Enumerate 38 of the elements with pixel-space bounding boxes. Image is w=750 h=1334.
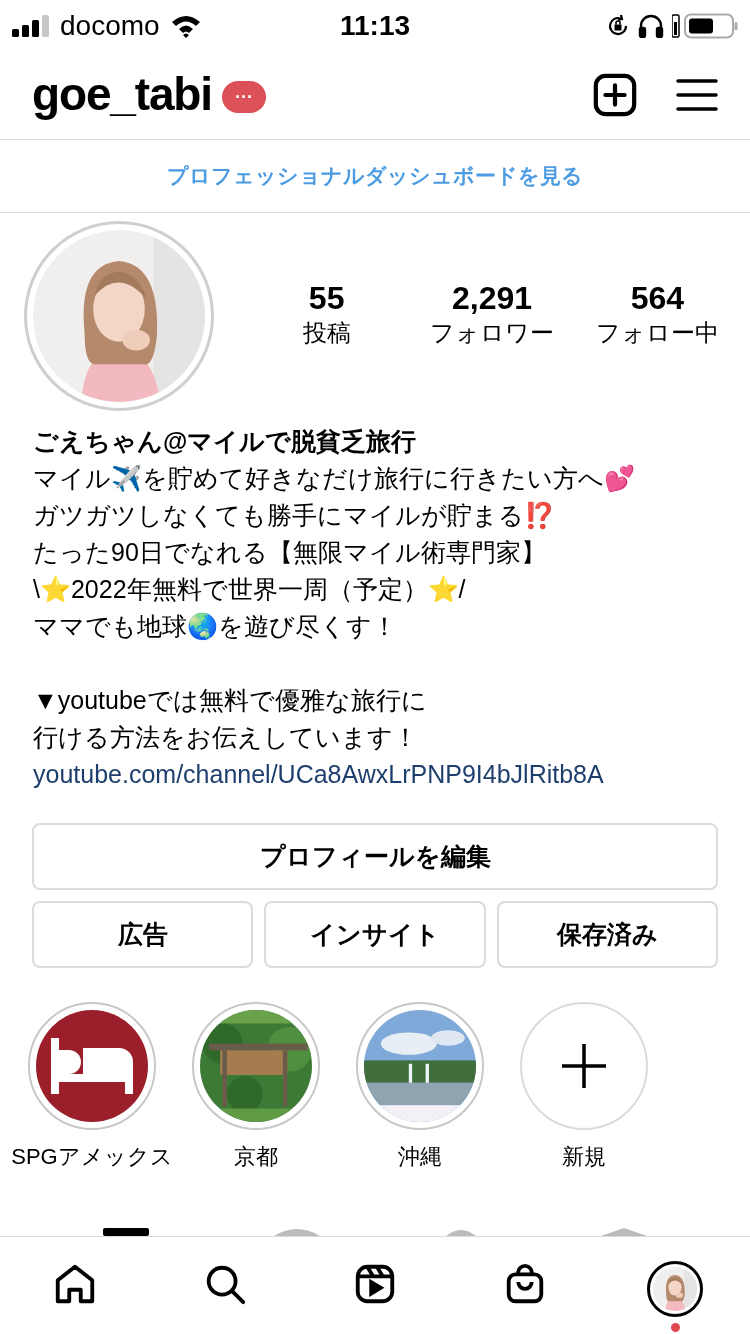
bio-line: ガツガツしなくても勝手にマイルが貯まる⁉ bbox=[33, 500, 556, 531]
bio-line: ママでも地球🌏を遊び尽くす！ bbox=[33, 611, 398, 642]
menu-button[interactable] bbox=[676, 77, 718, 112]
edit-profile-button[interactable]: プロフィールを編集 bbox=[32, 823, 718, 890]
stat-count: 55 bbox=[308, 279, 345, 318]
bed-icon bbox=[51, 1038, 133, 1094]
headphones-icon bbox=[638, 14, 664, 38]
bio-line: マイル✈を貯めて好きなだけ旅行に行きたい方へ💕 bbox=[33, 463, 636, 494]
highlight-label: 沖縄 bbox=[398, 1143, 442, 1171]
plus-icon bbox=[562, 1044, 606, 1088]
bio-line: \⭐2022年無料で世界一周（予定）⭐/ bbox=[33, 574, 467, 605]
profile-action-button[interactable]: インサイト bbox=[264, 901, 486, 968]
highlight-label: 新規 bbox=[562, 1143, 606, 1171]
highlight-label: SPGアメックス bbox=[11, 1143, 173, 1171]
menu-icon bbox=[676, 77, 718, 112]
profile-action-button[interactable]: 広告 bbox=[32, 901, 254, 968]
orientation-lock-icon bbox=[606, 14, 630, 38]
stat-count: 564 bbox=[630, 279, 684, 318]
profile-tab[interactable] bbox=[645, 1261, 705, 1332]
signal-icon bbox=[12, 15, 50, 37]
stat-label: フォロワー bbox=[430, 318, 554, 348]
stat-count: 2,291 bbox=[451, 279, 533, 318]
stat-label: フォロー中 bbox=[595, 318, 719, 348]
bio-line: たった90日でなれる【無限マイル術専門家】 bbox=[33, 537, 547, 568]
profile-action-button[interactable]: 保存済み bbox=[496, 901, 718, 968]
highlight-label: 京都 bbox=[234, 1143, 278, 1171]
notification-badge[interactable]: ··· bbox=[221, 80, 266, 113]
stat-label: 投稿 bbox=[302, 318, 351, 348]
new-post-button[interactable] bbox=[592, 71, 638, 118]
username[interactable]: goe_tabi bbox=[32, 60, 212, 129]
carrier-name: docomo bbox=[60, 12, 160, 40]
clock-time: 11:13 bbox=[339, 12, 411, 40]
youtube-link[interactable]: youtube.com/channel/UCa8AwxLrPNP9I4bJlRitb8A bbox=[33, 756, 717, 793]
battery-icon bbox=[672, 13, 738, 39]
profile-name: ごえちゃん@マイルで脱貧乏旅行 bbox=[33, 426, 418, 457]
bio-line: ▼youtubeでは無料で優雅な旅行に bbox=[33, 685, 428, 716]
plus-square-icon bbox=[592, 71, 638, 118]
bio-line: 行ける方法をお伝えしています！ bbox=[33, 722, 419, 753]
